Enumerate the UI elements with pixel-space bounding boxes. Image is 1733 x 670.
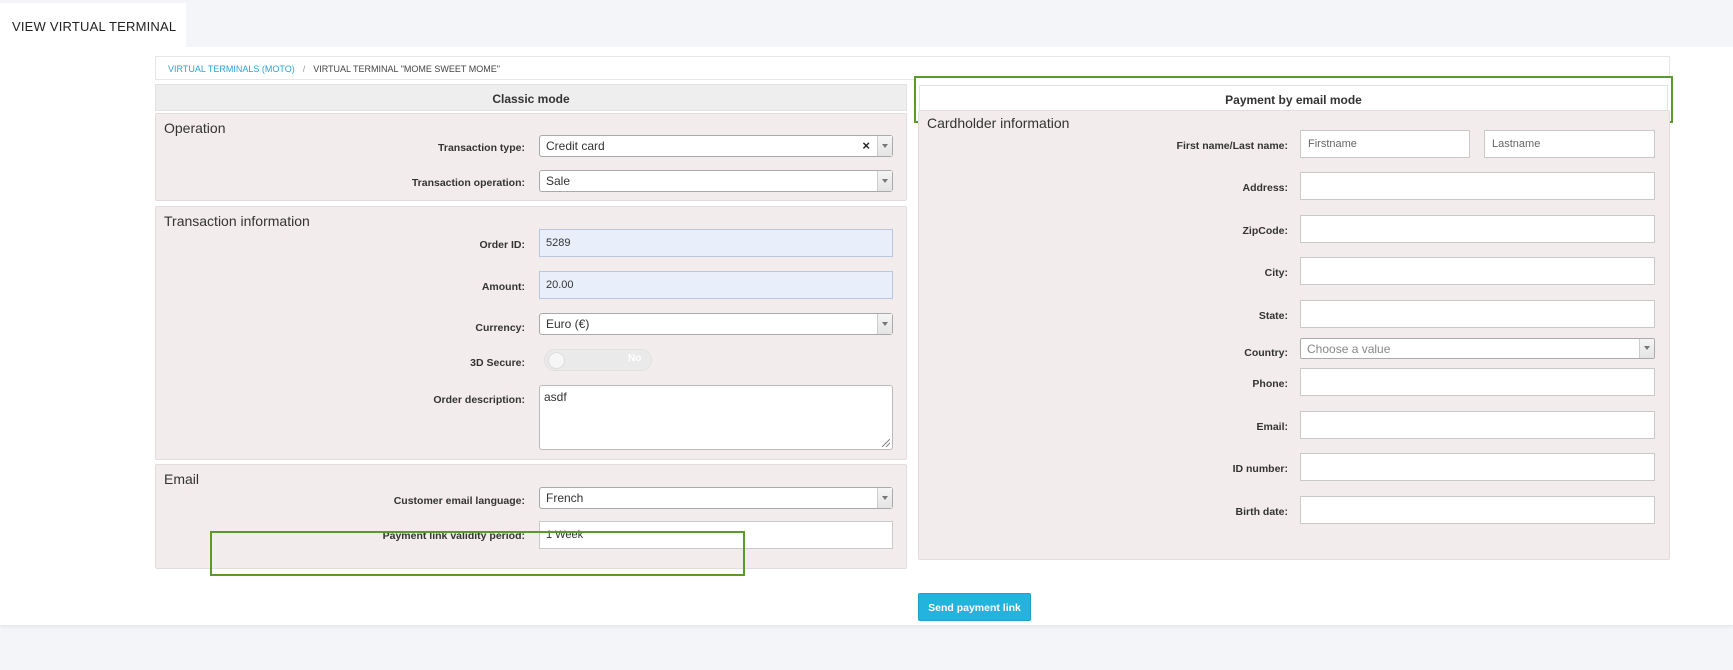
- zipcode-input[interactable]: [1300, 215, 1655, 243]
- currency-label: Currency:: [475, 322, 525, 334]
- transaction-type-row: Transaction type: Credit card ×: [156, 135, 906, 159]
- transaction-type-select[interactable]: Credit card ×: [539, 135, 893, 157]
- transaction-operation-row: Transaction operation: Sale: [156, 170, 906, 194]
- email-language-row: Customer email language: French: [156, 487, 906, 511]
- order-description-textarea[interactable]: asdf: [539, 385, 893, 450]
- order-id-row: Order ID: 5289: [156, 229, 906, 257]
- transaction-operation-select[interactable]: Sale: [539, 170, 893, 192]
- toggle-knob: [548, 352, 565, 369]
- classic-mode-header[interactable]: Classic mode: [155, 84, 907, 111]
- 3d-secure-toggle[interactable]: No: [544, 349, 652, 371]
- address-row: Address:: [919, 172, 1669, 200]
- main-content: VIRTUAL TERMINALS (MOTO) / VIRTUAL TERMINA…: [0, 47, 1733, 625]
- id-number-input[interactable]: [1300, 453, 1655, 481]
- country-placeholder: Choose a value: [1307, 342, 1391, 356]
- validity-period-highlight: [210, 531, 745, 576]
- city-input[interactable]: [1300, 257, 1655, 285]
- currency-select[interactable]: Euro (€): [539, 313, 893, 335]
- phone-row: Phone:: [919, 368, 1669, 396]
- state-label: State:: [1258, 310, 1288, 322]
- email-language-select[interactable]: French: [539, 487, 893, 509]
- country-row: Country: Choose a value: [919, 338, 1669, 362]
- transaction-type-value: Credit card: [546, 139, 605, 153]
- order-description-row: Order description: asdf: [156, 385, 906, 450]
- firstname-input[interactable]: Firstname: [1300, 130, 1470, 158]
- address-input[interactable]: [1300, 172, 1655, 200]
- country-select[interactable]: Choose a value: [1300, 338, 1655, 359]
- phone-label: Phone:: [1252, 378, 1288, 390]
- id-number-label: ID number:: [1232, 463, 1288, 475]
- send-payment-link-button[interactable]: Send payment link: [918, 593, 1031, 621]
- id-number-row: ID number:: [919, 453, 1669, 481]
- breadcrumb-link-virtual-terminals[interactable]: VIRTUAL TERMINALS (MOTO): [168, 64, 295, 74]
- currency-row: Currency: Euro (€): [156, 313, 906, 337]
- phone-input[interactable]: [1300, 368, 1655, 396]
- email-language-value: French: [546, 491, 584, 505]
- cardholder-panel: Cardholder information First name/Last n…: [918, 110, 1670, 560]
- zipcode-row: ZipCode:: [919, 215, 1669, 243]
- name-row: First name/Last name: Firstname Lastname: [919, 130, 1669, 158]
- state-row: State:: [919, 300, 1669, 328]
- amount-row: Amount: 20.00: [156, 271, 906, 299]
- 3d-secure-label: 3D Secure:: [470, 357, 525, 369]
- name-label: First name/Last name:: [1176, 140, 1288, 152]
- state-input[interactable]: [1300, 300, 1655, 328]
- transaction-type-label: Transaction type:: [438, 142, 525, 154]
- classic-mode-column: Classic mode Operation Transaction type:…: [155, 84, 907, 569]
- breadcrumb-current: VIRTUAL TERMINAL "MOME SWEET MOME": [313, 64, 500, 74]
- amount-input[interactable]: 20.00: [539, 271, 893, 299]
- email-input[interactable]: [1300, 411, 1655, 439]
- city-row: City:: [919, 257, 1669, 285]
- city-label: City:: [1264, 267, 1288, 279]
- chevron-down-icon[interactable]: [877, 136, 892, 156]
- toggle-state-text: No: [628, 353, 642, 364]
- breadcrumb-separator: /: [302, 64, 306, 74]
- birth-date-row: Birth date:: [919, 496, 1669, 524]
- email-language-label: Customer email language:: [393, 495, 525, 507]
- 3d-secure-row: 3D Secure: No: [156, 349, 906, 373]
- amount-label: Amount:: [481, 281, 525, 293]
- country-label: Country:: [1244, 347, 1288, 359]
- order-description-value: asdf: [544, 390, 567, 404]
- top-bar: VIEW VIRTUAL TERMINAL: [0, 0, 1733, 47]
- chevron-down-icon[interactable]: [877, 314, 892, 334]
- chevron-down-icon[interactable]: [1639, 339, 1654, 358]
- email-mode-header[interactable]: Payment by email mode: [919, 85, 1668, 112]
- page-tab[interactable]: VIEW VIRTUAL TERMINAL: [0, 3, 186, 47]
- transaction-operation-value: Sale: [546, 174, 571, 188]
- birth-date-label: Birth date:: [1235, 506, 1289, 518]
- currency-value: Euro (€): [546, 317, 590, 331]
- transaction-info-panel: Transaction information Order ID: 5289 A…: [155, 206, 907, 460]
- transaction-operation-label: Transaction operation:: [411, 177, 525, 189]
- order-id-input[interactable]: 5289: [539, 229, 893, 257]
- email-row: Email:: [919, 411, 1669, 439]
- order-id-label: Order ID:: [479, 239, 525, 251]
- chevron-down-icon[interactable]: [877, 171, 892, 191]
- chevron-down-icon[interactable]: [877, 488, 892, 508]
- operation-panel: Operation Transaction type: Credit card …: [155, 113, 907, 201]
- order-description-label: Order description:: [433, 394, 525, 406]
- birth-date-input[interactable]: [1300, 496, 1655, 524]
- email-label: Email:: [1256, 421, 1288, 433]
- address-label: Address:: [1242, 182, 1288, 194]
- clear-icon[interactable]: ×: [862, 138, 870, 153]
- lastname-input[interactable]: Lastname: [1484, 130, 1655, 158]
- zipcode-label: ZipCode:: [1242, 225, 1289, 237]
- resize-grip-icon[interactable]: [882, 439, 890, 447]
